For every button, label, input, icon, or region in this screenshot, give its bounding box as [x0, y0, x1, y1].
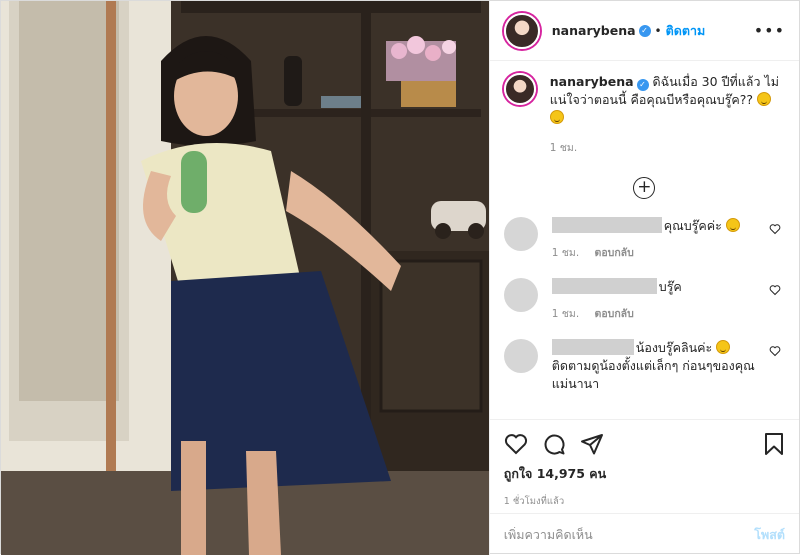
- like-comment-heart-icon[interactable]: [769, 284, 781, 296]
- comment-item: บรู๊ค 1 ชม. ตอบกลับ: [503, 278, 785, 323]
- save-bookmark-icon[interactable]: [763, 432, 785, 456]
- verified-badge-icon: ✓: [636, 79, 649, 91]
- grinning-emoji-icon: [716, 340, 731, 354]
- header-separator: •: [654, 23, 662, 38]
- post-time-ago[interactable]: 1 ชั่วโมงที่แล้ว: [504, 494, 785, 509]
- caption-username[interactable]: nanarybena: [550, 74, 634, 89]
- share-paper-plane-icon[interactable]: [580, 432, 604, 456]
- post-actions: ถูกใจ 14,975 คน 1 ชั่วโมงที่แล้ว: [489, 419, 799, 513]
- load-more-comments[interactable]: +: [504, 177, 785, 199]
- reply-button[interactable]: ตอบกลับ: [595, 247, 634, 259]
- add-comment-bar: โพสต์: [489, 513, 799, 555]
- post-header: nanarybena ✓ • ติดตาม •••: [489, 1, 799, 61]
- grinning-emoji-icon: [549, 110, 564, 124]
- verified-badge-icon: ✓: [638, 24, 651, 37]
- commenter-avatar[interactable]: [503, 217, 538, 251]
- profile-avatar[interactable]: [503, 12, 540, 49]
- instagram-post: nanarybena ✓ • ติดตาม ••• nanarybena ✓ ดิ…: [0, 0, 800, 555]
- like-comment-heart-icon[interactable]: [769, 345, 781, 357]
- redacted-username: [551, 217, 662, 233]
- comments-section[interactable]: nanarybena ✓ ดิฉันเมื่อ 30 ปีที่แล้ว ไม่แ…: [490, 61, 799, 419]
- caption: nanarybena ✓ ดิฉันเมื่อ 30 ปีที่แล้ว ไม่แ…: [503, 73, 785, 157]
- comment-text-continued: ติดตามดูน้องตั้งแต่เล็กๆ ก่อนๆของคุณแม่น…: [551, 358, 755, 391]
- comment-item: น้องบรู๊คลินค่ะ ติดตามดูน้องตั้งแต่เล็กๆ…: [503, 339, 785, 393]
- comment-text: น้องบรู๊คลินค่ะ: [635, 340, 713, 355]
- grinning-emoji-icon: [756, 92, 771, 106]
- post-photo[interactable]: [1, 1, 489, 555]
- plus-circle-icon[interactable]: +: [633, 177, 656, 199]
- like-heart-icon[interactable]: [504, 432, 528, 456]
- comment-input[interactable]: [503, 527, 755, 542]
- comment-item: คุณบรู๊คค่ะ 1 ชม. ตอบกลับ: [503, 217, 785, 262]
- post-comment-button[interactable]: โพสต์: [754, 525, 785, 545]
- reply-button[interactable]: ตอบกลับ: [595, 308, 634, 320]
- header-username[interactable]: nanarybena: [552, 23, 636, 38]
- commenter-avatar[interactable]: [503, 278, 538, 312]
- childhood-photo-illustration: [1, 1, 489, 555]
- redacted-username: [551, 339, 634, 355]
- comment-time[interactable]: 1 ชม.: [552, 247, 579, 259]
- redacted-username: [551, 278, 657, 294]
- caption-time[interactable]: 1 ชม.: [550, 139, 785, 157]
- comment-time[interactable]: 1 ชม.: [552, 308, 579, 320]
- comment-text: บรู๊ค: [658, 279, 682, 294]
- follow-button[interactable]: ติดตาม: [666, 21, 706, 41]
- caption-avatar[interactable]: [503, 73, 536, 105]
- comment-bubble-icon[interactable]: [542, 432, 566, 456]
- like-comment-heart-icon[interactable]: [769, 223, 781, 235]
- comment-text: คุณบรู๊คค่ะ: [663, 218, 722, 233]
- post-sidebar: nanarybena ✓ • ติดตาม ••• nanarybena ✓ ดิ…: [488, 1, 799, 555]
- commenter-avatar[interactable]: [503, 339, 538, 373]
- more-horizontal-icon[interactable]: •••: [754, 21, 785, 40]
- likes-count[interactable]: ถูกใจ 14,975 คน: [504, 464, 785, 484]
- laughing-emoji-icon: [725, 218, 740, 232]
